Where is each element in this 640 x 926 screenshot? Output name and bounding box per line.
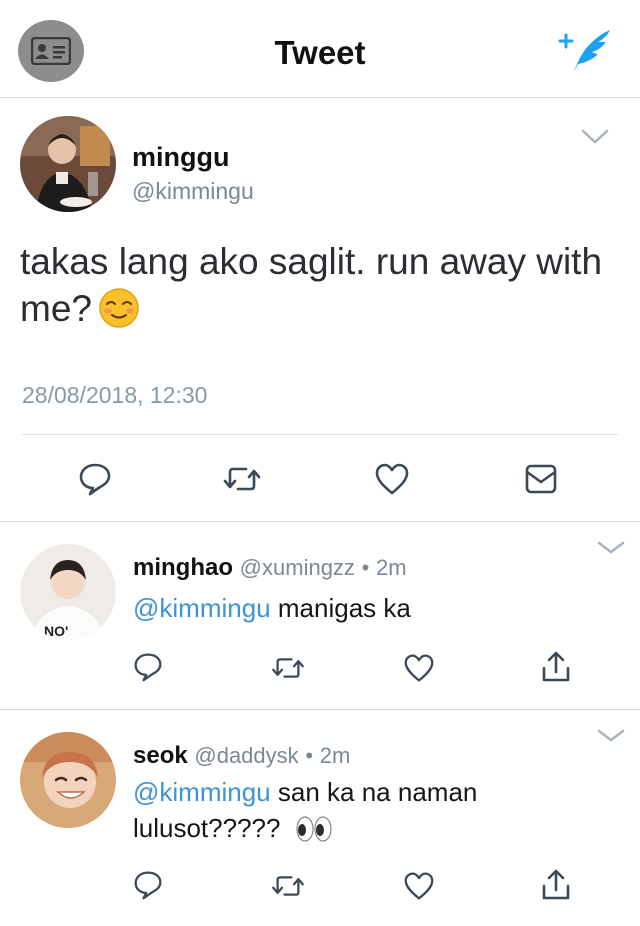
meta-separator: • <box>361 555 370 580</box>
reply-author-name[interactable]: minghao <box>133 554 233 581</box>
reply-item[interactable]: NO' minghao @xumingzz • 2m @kimmingu man… <box>0 522 640 710</box>
chevron-down-icon[interactable] <box>596 728 626 746</box>
reply-item[interactable]: seok @daddysk • 2m @kimmingu san ka na n… <box>0 710 640 926</box>
like-icon[interactable] <box>403 871 435 901</box>
tweet-text: takas lang ako saglit. run away with me? <box>20 238 620 332</box>
reply-body: manigas ka <box>277 593 411 623</box>
avatar[interactable] <box>20 116 116 212</box>
tweet-author-name[interactable]: minggu <box>132 142 229 173</box>
meta-separator: • <box>305 743 314 768</box>
avatar[interactable]: NO' <box>20 544 116 640</box>
smiling-face-emoji <box>99 288 139 328</box>
like-icon[interactable] <box>403 653 435 683</box>
direct-message-icon[interactable] <box>524 462 558 496</box>
reply-author-handle[interactable]: @daddysk <box>194 743 298 768</box>
chevron-down-icon[interactable] <box>596 540 626 558</box>
like-icon[interactable] <box>374 462 410 496</box>
reply-header: minghao @xumingzz • 2m <box>133 554 407 582</box>
chevron-down-icon[interactable] <box>580 128 610 146</box>
retweet-icon[interactable] <box>270 873 306 899</box>
eyes-emoji <box>296 816 332 842</box>
reply-text: @kimmingu san ka na naman lulusot????? <box>133 774 603 846</box>
reply-time: 2m <box>319 743 351 768</box>
reply-author-name[interactable]: seok <box>133 742 188 769</box>
mention-link[interactable]: @kimmingu <box>133 593 271 623</box>
mention-link[interactable]: @kimmingu <box>133 777 271 807</box>
reply-header: seok @daddysk • 2m <box>133 742 350 770</box>
top-bar: Tweet <box>0 0 640 98</box>
reply-time: 2m <box>375 555 407 580</box>
page-title: Tweet <box>274 34 366 71</box>
retweet-icon[interactable] <box>222 464 262 494</box>
avatar[interactable] <box>20 732 116 828</box>
share-icon[interactable] <box>540 868 572 902</box>
retweet-icon[interactable] <box>270 655 306 681</box>
tweet-author-handle[interactable]: @kimmingu <box>132 178 254 205</box>
tweet-timestamp: 28/08/2018, 12:30 <box>22 382 208 408</box>
reply-icon[interactable] <box>78 462 112 496</box>
divider <box>22 434 618 435</box>
reply-text: @kimmingu manigas ka <box>133 590 603 626</box>
reply-author-handle[interactable]: @xumingzz <box>240 555 355 580</box>
reply-icon[interactable] <box>133 652 163 682</box>
svg-text:NO': NO' <box>44 623 68 639</box>
reply-icon[interactable] <box>133 870 163 900</box>
share-icon[interactable] <box>540 650 572 684</box>
compose-tweet-icon[interactable] <box>556 28 612 76</box>
main-tweet: minggu @kimmingu takas lang ako saglit. … <box>0 98 640 522</box>
